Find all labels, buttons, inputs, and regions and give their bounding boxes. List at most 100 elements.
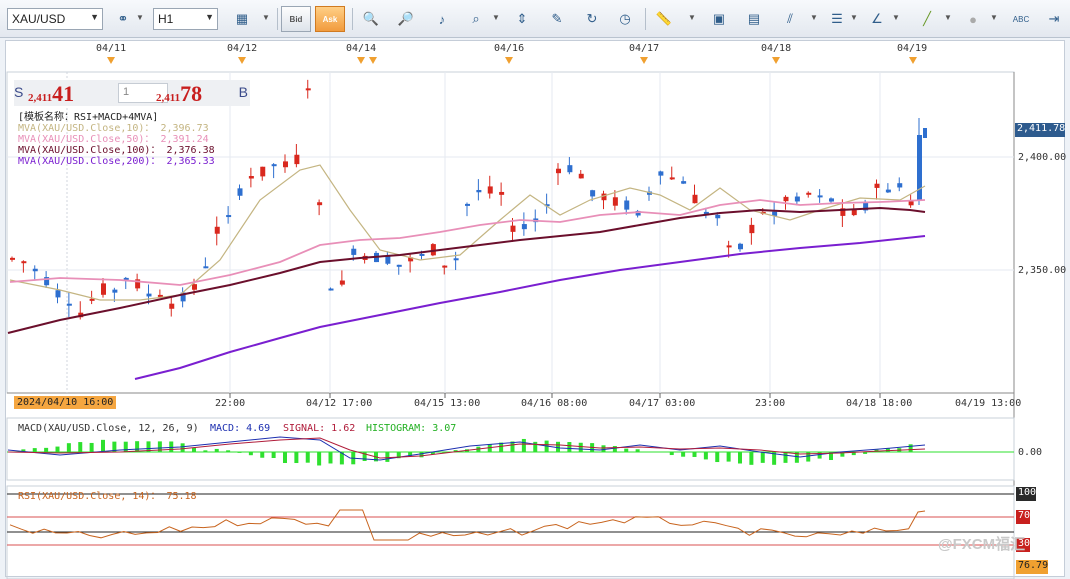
- macd-histogram-bar: [635, 449, 640, 452]
- candle-body: [317, 202, 323, 206]
- candle-body: [294, 154, 300, 165]
- macd-histogram-bar: [192, 447, 196, 452]
- time-tick: 04/18 18:00: [846, 398, 913, 409]
- macd-histogram-bar: [237, 452, 242, 453]
- macd-histogram-bar: [669, 452, 674, 456]
- quote-panel: S 2,41141 1 2,41178 B: [14, 80, 250, 106]
- macd-histogram-bar: [283, 452, 287, 464]
- candle-body: [385, 256, 391, 264]
- candle-body: [146, 293, 152, 297]
- candle-body: [442, 265, 448, 268]
- candle-body: [817, 195, 823, 198]
- macd-value: MACD: 4.69: [210, 423, 271, 434]
- candle-body: [283, 161, 288, 168]
- candle-body: [556, 168, 561, 174]
- rsi-title: RSI(XAU/USD.Close, 14)： 75.18: [18, 491, 197, 502]
- candle-body: [783, 196, 789, 202]
- candle-body: [874, 183, 880, 188]
- candle-body: [192, 284, 197, 290]
- macd-histogram-bar: [726, 452, 731, 462]
- candle-body: [101, 283, 106, 295]
- candle-body: [715, 214, 721, 219]
- histogram-value: HISTOGRAM: 3.07: [366, 423, 457, 434]
- time-tick: 22:00: [215, 398, 246, 409]
- candle-body: [510, 225, 516, 232]
- time-tick: 23:00: [755, 398, 786, 409]
- time-tick: 04/12 17:00: [306, 398, 373, 409]
- price-tick: 2,350.00: [1018, 265, 1067, 276]
- macd-histogram-bar: [567, 442, 572, 452]
- time-tick: 04/15 13:00: [414, 398, 481, 409]
- candle-body: [669, 177, 675, 180]
- sell-price-pips: 41: [52, 81, 75, 106]
- candle-body: [692, 194, 698, 204]
- macd-histogram-bar: [681, 452, 686, 457]
- candle-body: [55, 290, 61, 298]
- candle-body: [32, 268, 38, 272]
- candle-body: [829, 198, 834, 202]
- macd-histogram-bar: [226, 450, 231, 452]
- macd-histogram-bar: [703, 452, 708, 460]
- sell-label[interactable]: S: [14, 84, 23, 100]
- candle-body: [567, 165, 573, 173]
- macd-histogram-bar: [715, 452, 720, 463]
- sell-price-prefix: 2,411: [28, 92, 53, 104]
- candle-body: [487, 186, 493, 194]
- candle-body: [681, 181, 687, 184]
- rsi-level-70: 70: [1016, 510, 1031, 524]
- macd-histogram-bar: [760, 452, 765, 463]
- candle-body: [624, 200, 630, 210]
- macd-zero-label: 0.00: [1018, 447, 1043, 458]
- time-tick: 04/17 03:00: [629, 398, 696, 409]
- candle-body: [112, 289, 118, 293]
- macd-histogram-bar: [624, 448, 629, 452]
- candle-body: [21, 261, 27, 264]
- candle-body: [66, 303, 72, 306]
- macd-histogram-bar: [738, 452, 742, 464]
- rsi-level-100: 100: [1016, 487, 1037, 501]
- candle-body: [749, 224, 755, 234]
- candle-body: [612, 197, 618, 206]
- candle-body: [476, 189, 482, 193]
- macd-histogram-bar: [169, 441, 174, 452]
- candle-body: [658, 171, 664, 176]
- candle-body: [590, 190, 596, 197]
- time-tick: 04/16 08:00: [521, 398, 588, 409]
- macd-histogram-bar: [317, 452, 322, 466]
- macd-histogram-bar: [908, 444, 913, 452]
- buy-price-prefix: 2,411: [156, 92, 181, 104]
- rsi-line: [9, 509, 926, 541]
- candle-body: [738, 243, 743, 250]
- candle-body: [328, 288, 334, 291]
- macd-histogram-bar: [783, 452, 788, 463]
- macd-histogram-bar: [32, 448, 37, 452]
- candle-body: [499, 191, 505, 195]
- candle-body: [465, 203, 470, 206]
- last-price-badge: 2,411.78: [1015, 123, 1065, 137]
- macd-histogram-bar: [66, 443, 71, 452]
- candle-body: [897, 183, 903, 188]
- candle-body: [248, 176, 254, 179]
- buy-price[interactable]: 2,41178: [156, 81, 202, 107]
- macd-histogram-bar: [533, 441, 538, 452]
- candle-body: [226, 215, 232, 218]
- candle-body: [908, 201, 914, 206]
- ma200-legend: MVA(XAU/USD.Close,200)： 2,365.33: [18, 156, 215, 167]
- macd-histogram-bar: [135, 441, 140, 452]
- candle-body: [794, 196, 800, 202]
- macd-histogram-bar: [305, 452, 310, 463]
- candle-body: [726, 245, 732, 248]
- buy-label[interactable]: B: [239, 84, 248, 100]
- macd-histogram-bar: [89, 442, 94, 452]
- macd-histogram-bar: [419, 452, 424, 458]
- macd-histogram-bar: [521, 438, 526, 452]
- macd-histogram-bar: [55, 446, 60, 452]
- sell-price[interactable]: 2,41141: [28, 81, 74, 107]
- macd-histogram-bar: [214, 448, 219, 452]
- macd-histogram-bar: [294, 452, 299, 464]
- macd-histogram-bar: [101, 439, 105, 452]
- macd-histogram-bar: [180, 443, 185, 452]
- macd-histogram-bar: [203, 450, 208, 452]
- candle-body: [806, 192, 812, 195]
- buy-price-pips: 78: [180, 81, 203, 106]
